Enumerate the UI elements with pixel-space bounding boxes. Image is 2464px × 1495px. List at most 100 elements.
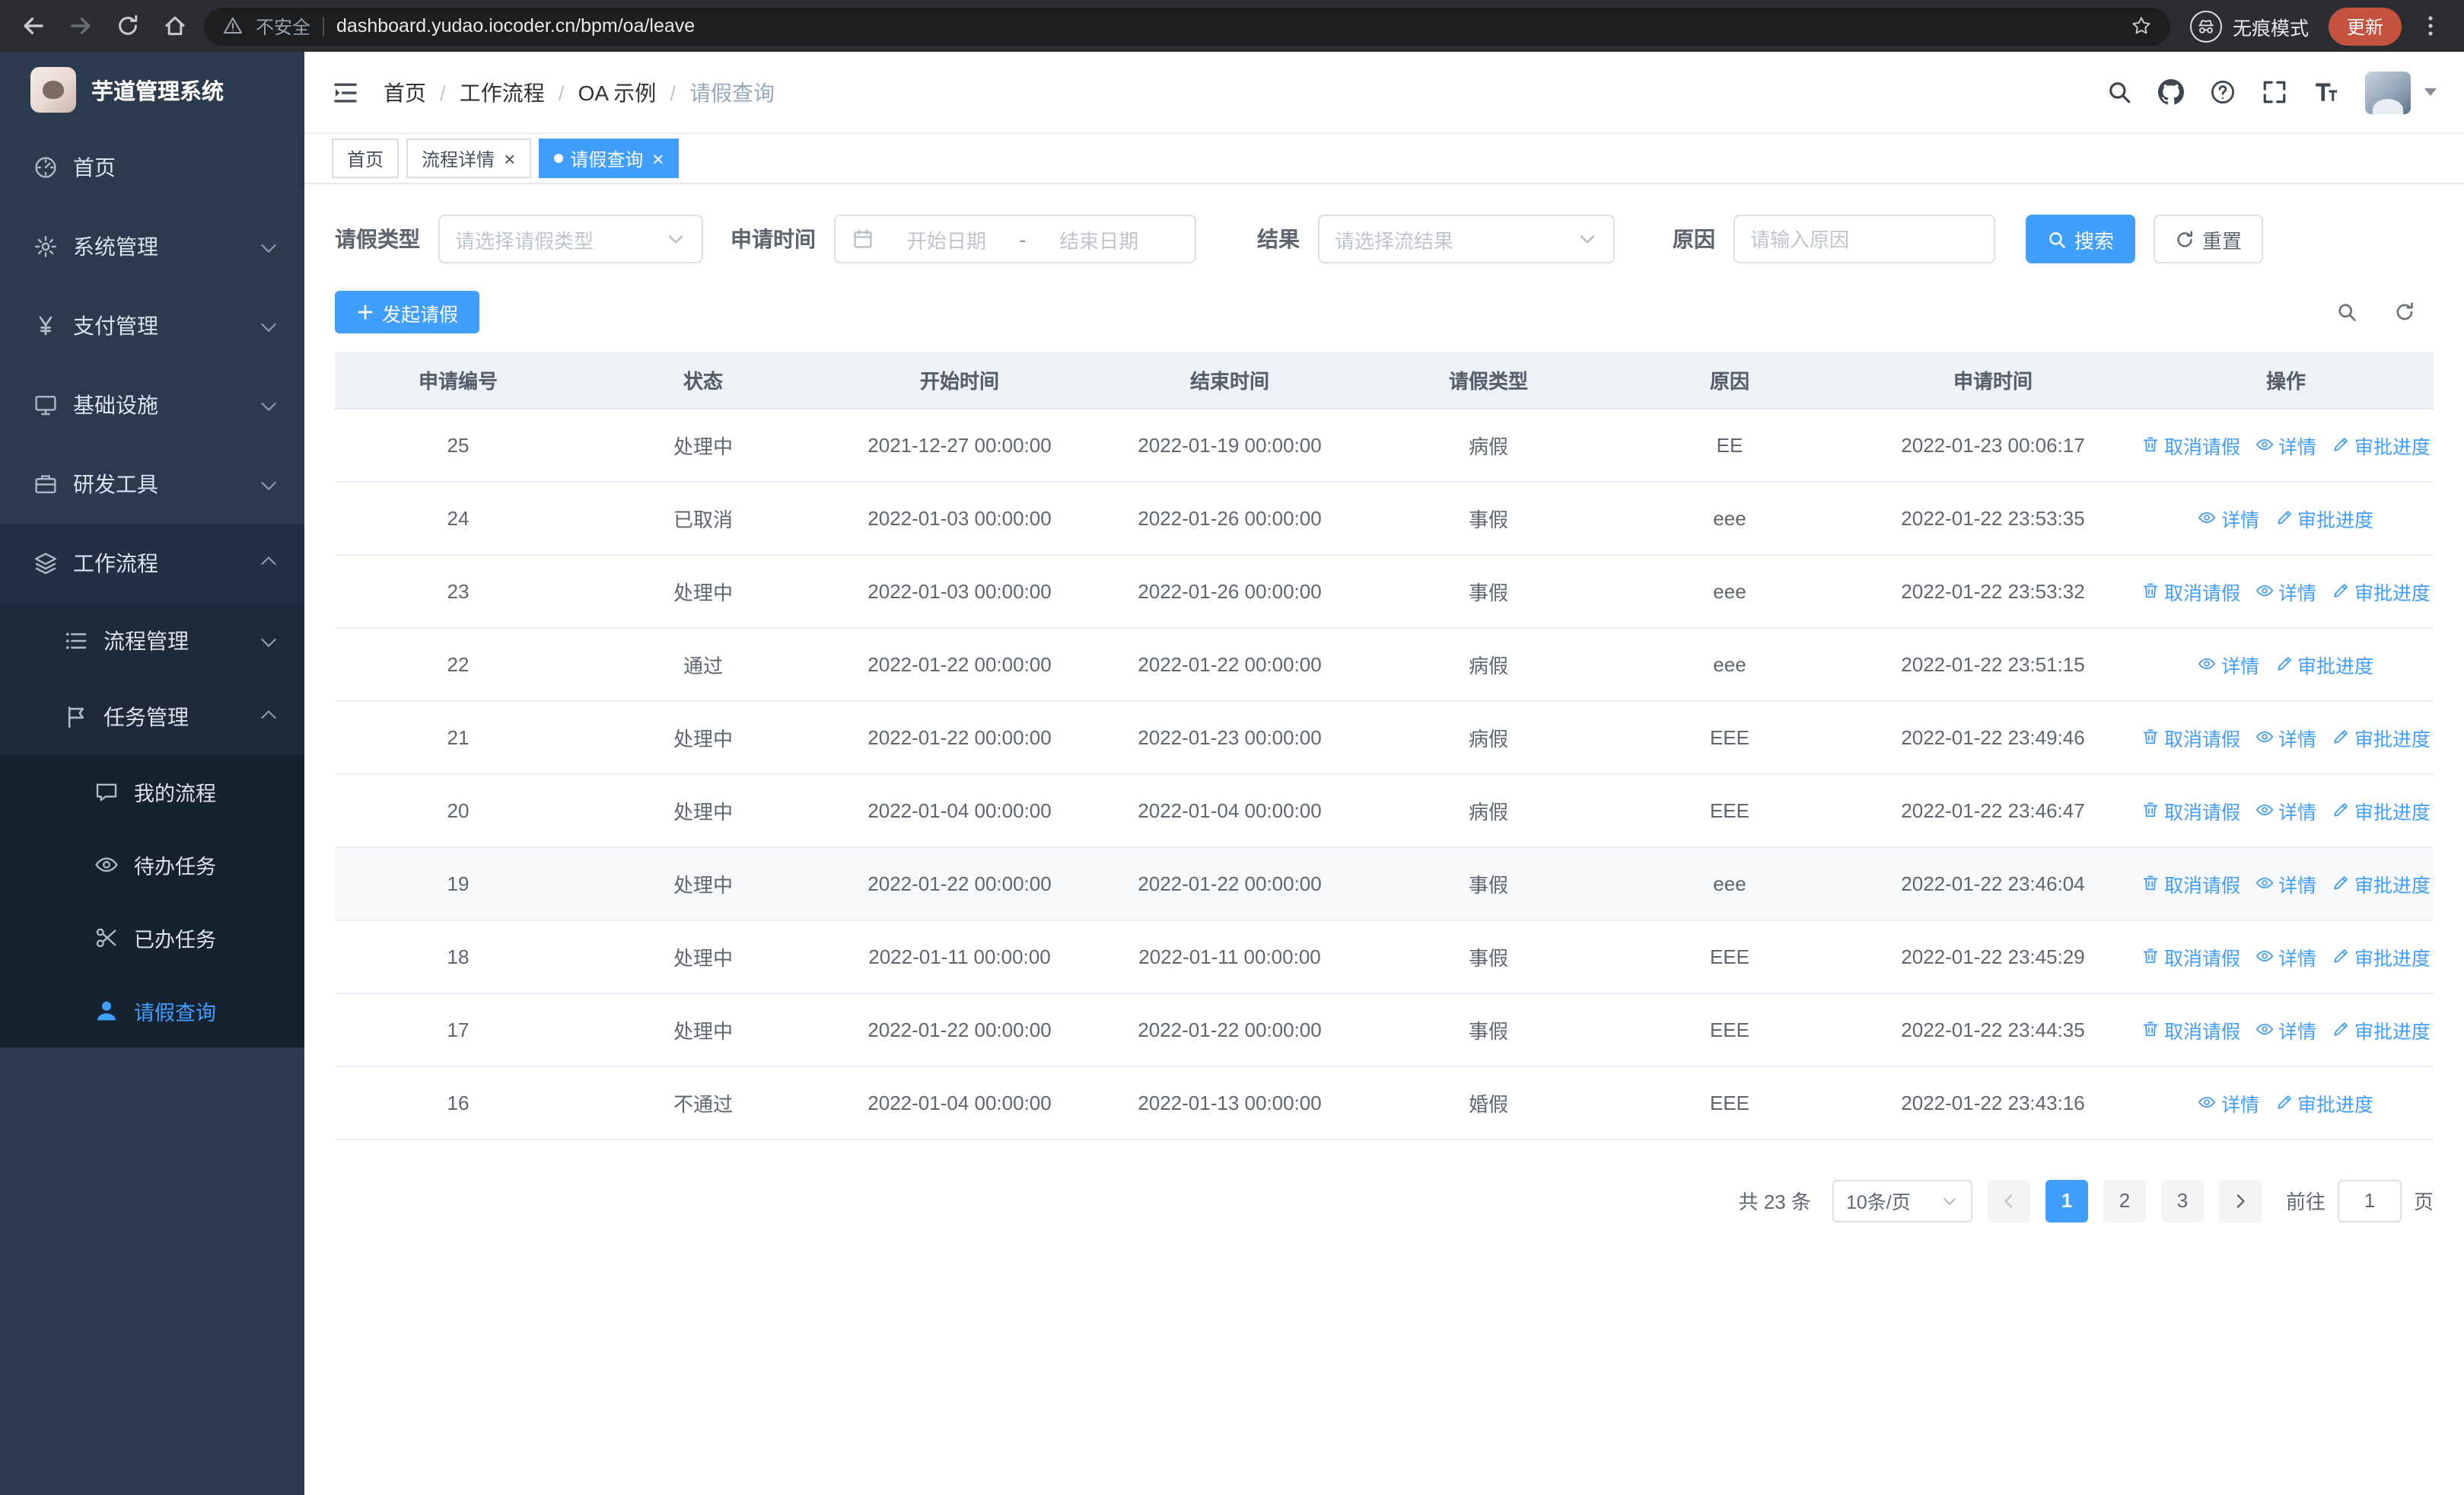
user-avatar[interactable] — [2365, 71, 2411, 113]
tab-首页[interactable]: 首页 — [332, 139, 400, 178]
sidebar-item-dev-tools[interactable]: 研发工具 — [0, 445, 304, 524]
detail-link[interactable]: 详情 — [2255, 430, 2316, 459]
list-icon — [64, 629, 88, 653]
sidebar-item-task-mgmt[interactable]: 任务管理 — [0, 679, 304, 755]
detail-link[interactable]: 详情 — [2255, 942, 2316, 971]
sidebar-item-done-tasks[interactable]: 已办任务 — [0, 901, 304, 974]
bookmark-star-icon[interactable] — [2131, 15, 2152, 37]
create-leave-button[interactable]: 发起请假 — [335, 291, 480, 333]
update-button[interactable]: 更新 — [2328, 7, 2402, 45]
breadcrumb-item[interactable]: 请假查询 — [689, 77, 775, 107]
sidebar-item-home[interactable]: 首页 — [0, 128, 304, 207]
cancel-leave-link[interactable]: 取消请假 — [2141, 430, 2240, 459]
search-button[interactable]: 搜索 — [2026, 215, 2135, 263]
sidebar-item-infrastructure[interactable]: 基础设施 — [0, 365, 304, 445]
cancel-leave-link[interactable]: 取消请假 — [2141, 1015, 2240, 1044]
detail-link[interactable]: 详情 — [2255, 1015, 2316, 1044]
github-button[interactable] — [2158, 79, 2184, 105]
cell-applied: 2022-01-23 00:06:17 — [1848, 408, 2138, 482]
apply-time-range-picker[interactable]: 开始日期 - 结束日期 — [834, 215, 1196, 263]
tab-请假查询[interactable]: 请假查询 × — [538, 139, 680, 178]
reload-table-icon[interactable] — [2394, 301, 2415, 323]
detail-link[interactable]: 详情 — [2198, 503, 2259, 532]
reset-button-label: 重置 — [2201, 229, 2242, 252]
sidebar-item-todo-tasks[interactable]: 待办任务 — [0, 828, 304, 901]
breadcrumb-item[interactable]: 首页 — [384, 77, 426, 107]
tab-流程详情[interactable]: 流程详情 × — [406, 139, 531, 178]
page-button-1[interactable]: 1 — [2045, 1179, 2088, 1222]
cancel-leave-link[interactable]: 取消请假 — [2141, 942, 2240, 971]
op-label: 取消请假 — [2163, 1021, 2240, 1042]
sidebar-item-process-mgmt[interactable]: 流程管理 — [0, 603, 304, 679]
approval-progress-link[interactable]: 审批进度 — [2332, 942, 2431, 971]
browser-back-button[interactable] — [15, 8, 52, 44]
page-button-3[interactable]: 3 — [2160, 1179, 2204, 1222]
sidebar-item-label: 请假查询 — [134, 1002, 216, 1025]
approval-progress-link[interactable]: 审批进度 — [2332, 576, 2431, 605]
page-button-2[interactable]: 2 — [2103, 1179, 2146, 1222]
page-size-select[interactable]: 10条/页 — [1832, 1179, 1972, 1222]
tab-close-icon[interactable]: × — [504, 148, 515, 168]
cell-start: 2022-01-22 00:00:00 — [825, 627, 1094, 701]
font-size-button[interactable] — [2313, 79, 2339, 105]
approval-progress-link[interactable]: 审批进度 — [2275, 649, 2373, 678]
cell-start: 2022-01-04 00:00:00 — [825, 773, 1094, 847]
refresh-icon — [116, 14, 140, 38]
sidebar-item-workflow[interactable]: 工作流程 — [0, 524, 304, 603]
main-area: 首页 / 工作流程 / OA 示例 / 请假查询 首页 流程详情 × 请假查询 × 请假类型 — [304, 52, 2464, 1495]
approval-progress-link[interactable]: 审批进度 — [2332, 869, 2431, 897]
tab-close-icon[interactable]: × — [652, 148, 664, 168]
sidebar-item-leave-query[interactable]: 请假查询 — [0, 974, 304, 1047]
app-logo-row[interactable]: 芋道管理系统 — [0, 52, 304, 128]
security-label[interactable]: 不安全 — [256, 13, 310, 39]
sidebar-item-system[interactable]: 系统管理 — [0, 207, 304, 286]
caret-down-icon[interactable] — [2424, 88, 2437, 96]
op-label: 审批进度 — [2297, 655, 2374, 677]
cell-start: 2021-12-27 00:00:00 — [825, 408, 1094, 482]
result-select[interactable]: 请选择流结果 — [1318, 215, 1615, 263]
sidebar-item-my-process[interactable]: 我的流程 — [0, 755, 304, 828]
url-text[interactable]: dashboard.yudao.iocoder.cn/bpm/oa/leave — [336, 15, 2119, 37]
header-search-button[interactable] — [2106, 79, 2132, 105]
cancel-leave-link[interactable]: 取消请假 — [2141, 869, 2240, 897]
detail-link[interactable]: 详情 — [2198, 649, 2259, 678]
tags-view: 首页 流程详情 × 请假查询 × — [304, 134, 2464, 184]
approval-progress-link[interactable]: 审批进度 — [2332, 722, 2431, 751]
leave-type-select[interactable]: 请选择请假类型 — [438, 215, 703, 263]
approval-progress-link[interactable]: 审批进度 — [2332, 795, 2431, 824]
cancel-leave-link[interactable]: 取消请假 — [2141, 576, 2240, 605]
sidebar-item-payment[interactable]: 支付管理 — [0, 286, 304, 365]
toggle-search-icon[interactable] — [2336, 301, 2357, 323]
approval-progress-link[interactable]: 审批进度 — [2332, 430, 2431, 459]
reset-button[interactable]: 重置 — [2154, 215, 2263, 263]
cell-status: 不通过 — [581, 1066, 825, 1140]
cancel-leave-link[interactable]: 取消请假 — [2141, 795, 2240, 824]
browser-refresh-button[interactable] — [110, 8, 146, 44]
breadcrumb-item[interactable]: 工作流程 — [460, 77, 545, 107]
detail-link[interactable]: 详情 — [2255, 576, 2316, 605]
browser-forward-button[interactable] — [62, 8, 99, 44]
next-page-button[interactable] — [2218, 1179, 2262, 1222]
fullscreen-button[interactable] — [2262, 79, 2287, 105]
cancel-leave-link[interactable]: 取消请假 — [2141, 722, 2240, 751]
sidebar-item-label: 系统管理 — [73, 234, 158, 259]
detail-link[interactable]: 详情 — [2255, 722, 2316, 751]
cell-operations: 详情 审批进度 — [2138, 627, 2434, 701]
address-bar[interactable]: 不安全 dashboard.yudao.iocoder.cn/bpm/oa/le… — [204, 7, 2170, 45]
approval-progress-link[interactable]: 审批进度 — [2275, 1088, 2373, 1117]
approval-progress-link[interactable]: 审批进度 — [2332, 1015, 2431, 1044]
prev-page-button[interactable] — [1987, 1179, 2030, 1222]
breadcrumb-item[interactable]: OA 示例 — [578, 77, 657, 107]
sidebar-collapse-button[interactable] — [332, 78, 359, 106]
reason-input[interactable] — [1750, 228, 1979, 250]
table-toolbar: 发起请假 — [335, 291, 2434, 333]
help-button[interactable] — [2210, 79, 2236, 105]
app-logo — [30, 67, 76, 113]
browser-home-button[interactable] — [157, 8, 193, 44]
detail-link[interactable]: 详情 — [2198, 1088, 2259, 1117]
approval-progress-link[interactable]: 审批进度 — [2275, 503, 2373, 532]
browser-menu-button[interactable] — [2412, 8, 2449, 44]
goto-page-input[interactable] — [2337, 1179, 2402, 1222]
detail-link[interactable]: 详情 — [2255, 795, 2316, 824]
detail-link[interactable]: 详情 — [2255, 869, 2316, 897]
